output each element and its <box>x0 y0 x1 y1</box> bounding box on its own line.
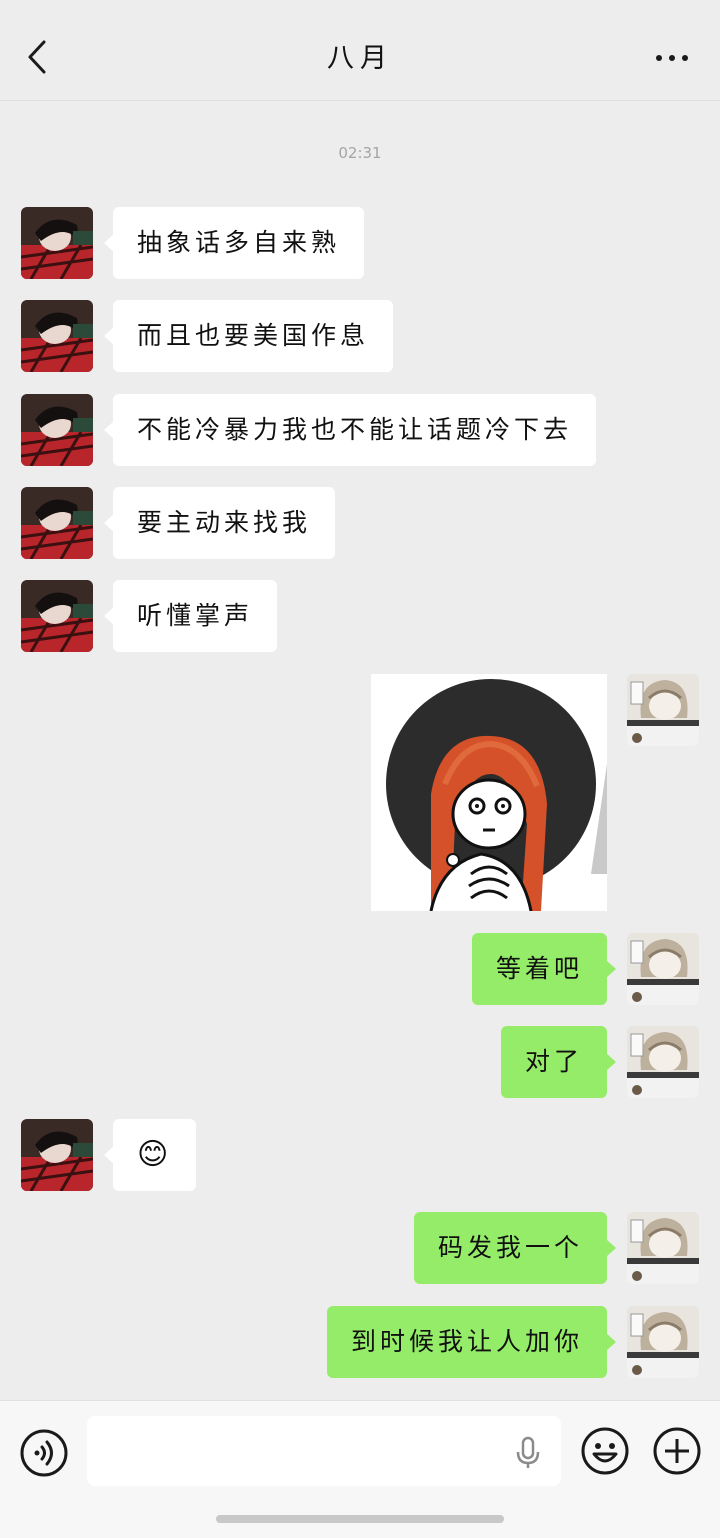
sent-message-bubble[interactable]: 等着吧 <box>471 933 617 1005</box>
voice-input-icon <box>20 1429 68 1477</box>
voice-toggle-button[interactable] <box>19 1428 69 1478</box>
sent-message-bubble[interactable]: 到时候我让人加你 <box>326 1306 617 1378</box>
chat-header: 八月 <box>0 0 720 101</box>
contact-avatar[interactable] <box>21 1119 93 1191</box>
microphone-icon <box>516 1436 540 1468</box>
microphone-button[interactable] <box>513 1436 543 1470</box>
message-input[interactable] <box>87 1416 561 1486</box>
received-message-bubble[interactable]: 听懂掌声 <box>103 580 278 652</box>
my-avatar-image <box>627 1306 699 1378</box>
received-message-bubble[interactable]: 要主动来找我 <box>103 487 336 559</box>
more-actions-button[interactable] <box>652 1426 702 1476</box>
my-avatar[interactable] <box>627 674 699 746</box>
chat-title: 八月 <box>327 43 393 74</box>
emoji-face-icon <box>581 1427 629 1475</box>
emoji-button[interactable] <box>580 1426 630 1476</box>
contact-avatar-image <box>21 580 93 652</box>
my-avatar[interactable] <box>627 1026 699 1098</box>
plus-icon <box>653 1427 701 1475</box>
message-timestamp: 02:31 <box>338 144 382 162</box>
home-indicator[interactable] <box>216 1515 504 1523</box>
my-avatar-image <box>627 674 699 746</box>
more-button[interactable] <box>654 44 694 72</box>
contact-avatar-image <box>21 300 93 372</box>
contact-avatar-image <box>21 1119 93 1191</box>
my-avatar[interactable] <box>627 1212 699 1284</box>
contact-avatar-image <box>21 487 93 559</box>
contact-avatar-image <box>21 394 93 466</box>
contact-avatar[interactable] <box>21 580 93 652</box>
my-avatar-image <box>627 1212 699 1284</box>
my-avatar-image <box>627 1026 699 1098</box>
sent-message-bubble[interactable]: 对了 <box>500 1026 617 1098</box>
received-message-bubble[interactable]: 抽象话多自来熟 <box>103 207 365 279</box>
received-message-bubble[interactable]: 不能冷暴力我也不能让话题冷下去 <box>103 394 597 466</box>
my-avatar[interactable] <box>627 1306 699 1378</box>
sent-message-bubble[interactable]: 码发我一个 <box>413 1212 617 1284</box>
contact-avatar-image <box>21 207 93 279</box>
received-emoji-bubble[interactable]: 😊 <box>103 1119 197 1191</box>
contact-avatar[interactable] <box>21 300 93 372</box>
contact-avatar[interactable] <box>21 394 93 466</box>
sent-sticker-image[interactable] <box>371 674 607 911</box>
my-avatar[interactable] <box>627 933 699 1005</box>
contact-avatar[interactable] <box>21 207 93 279</box>
my-avatar-image <box>627 933 699 1005</box>
contact-avatar[interactable] <box>21 487 93 559</box>
more-dots-icon <box>656 55 688 61</box>
received-message-bubble[interactable]: 而且也要美国作息 <box>103 300 394 372</box>
sticker-image <box>371 674 607 911</box>
chat-input-bar <box>0 1400 720 1538</box>
